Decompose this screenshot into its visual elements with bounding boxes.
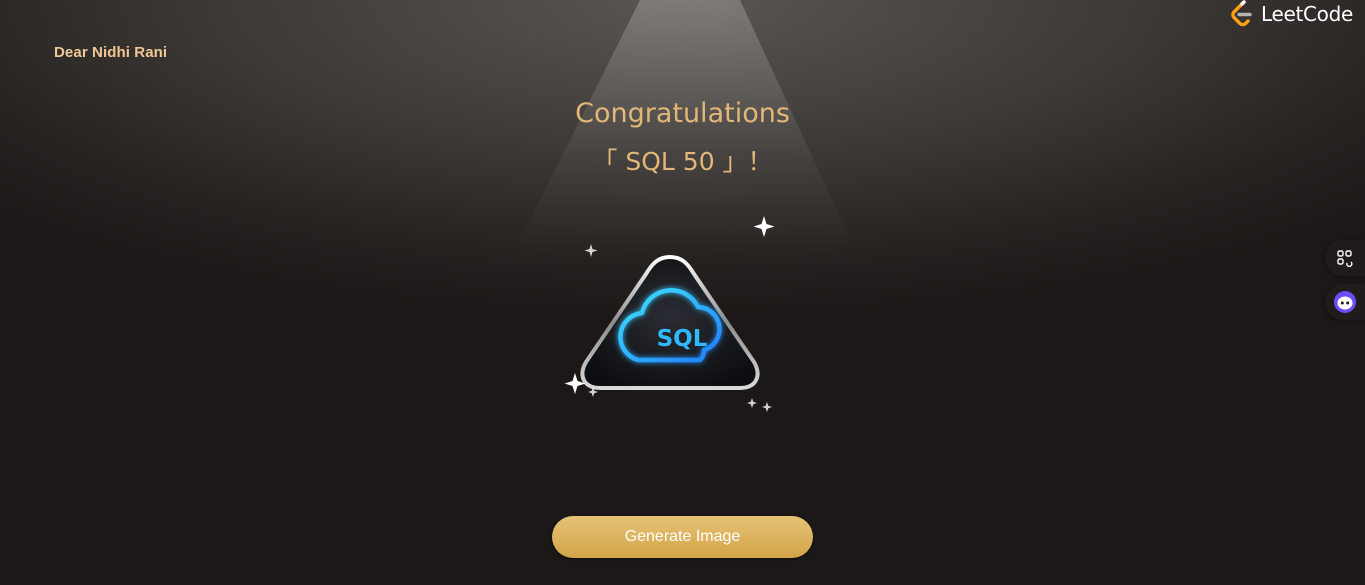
sql-badge: SQL <box>560 212 780 422</box>
badge-label: SQL <box>657 326 708 352</box>
leetcode-logo[interactable]: LeetCode <box>1229 0 1353 28</box>
generate-image-button[interactable]: Generate Image <box>552 516 813 558</box>
assistant-button[interactable] <box>1325 284 1365 320</box>
brand-name: LeetCode <box>1260 2 1353 26</box>
achievement-name: 「 SQL 50 」！ <box>592 147 773 176</box>
greeting-text: Dear Nidhi Rani <box>54 44 168 61</box>
badge-shell <box>580 254 760 390</box>
apps-grid-icon <box>1337 250 1353 267</box>
leetcode-logo-icon <box>1231 0 1252 27</box>
assistant-bot-icon <box>1334 291 1356 313</box>
apps-button[interactable] <box>1325 240 1365 276</box>
congratulations-heading: Congratulations <box>575 98 790 129</box>
